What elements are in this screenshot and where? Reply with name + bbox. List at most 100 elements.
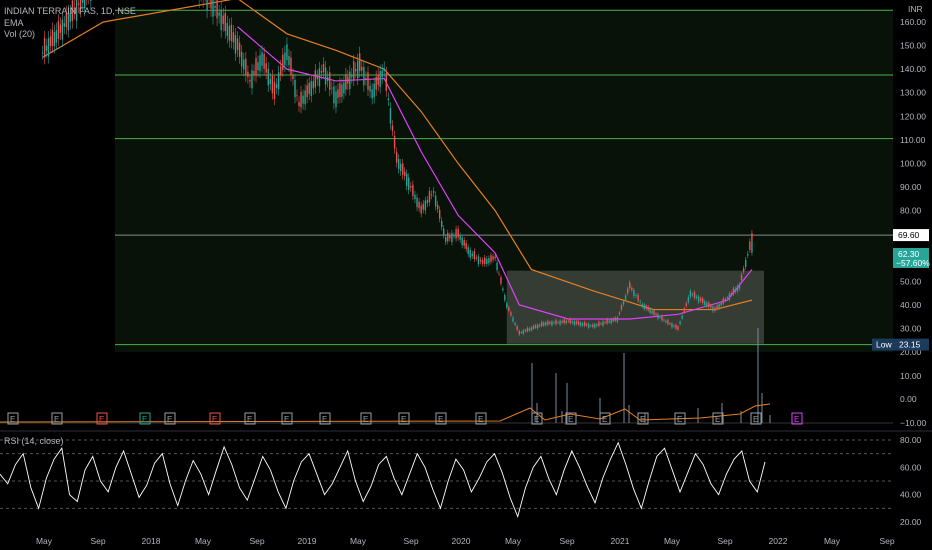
candle-body <box>261 52 263 66</box>
candle-body <box>581 323 584 326</box>
candle-body <box>479 259 482 262</box>
candle-body <box>353 61 355 80</box>
candle-body <box>559 320 561 325</box>
candle-body <box>679 321 681 325</box>
candle-body <box>530 327 533 331</box>
candle-body <box>222 15 224 24</box>
candle-body <box>697 296 700 302</box>
candle-body <box>583 322 586 326</box>
candle-body <box>249 80 251 82</box>
candle-body <box>335 91 337 108</box>
candle-body <box>243 59 245 70</box>
candle-body <box>314 70 317 88</box>
candle-body <box>551 321 553 326</box>
candle-body <box>675 324 677 329</box>
candle-body <box>210 0 212 9</box>
candle-body <box>575 321 578 324</box>
candle-body <box>324 67 327 85</box>
candle-body <box>484 257 486 265</box>
price-tick-label: 80.00 <box>900 206 922 216</box>
candle-body <box>641 304 643 307</box>
candle-body <box>469 250 471 258</box>
x-tick-label: 2022 <box>769 536 788 546</box>
candle-body <box>61 19 64 40</box>
price-chart[interactable]: 160.00 150.00 140.00 130.00 120.00 110.00 100.… <box>0 0 932 550</box>
candle-body <box>81 0 84 3</box>
earnings-marker-label: E <box>322 415 327 424</box>
candle-body <box>234 35 237 54</box>
candle-body <box>614 317 616 321</box>
candle-body <box>712 306 714 312</box>
candle-body <box>536 324 539 329</box>
candle-body <box>238 42 241 57</box>
earnings-marker-label: E <box>142 415 147 424</box>
price-tick-label: 100.00 <box>900 158 926 168</box>
candle-body <box>677 326 679 330</box>
candle-body <box>590 325 592 327</box>
candle-body <box>263 53 265 69</box>
candle-body <box>683 308 685 313</box>
candle-body <box>236 38 239 50</box>
candle-body <box>218 12 220 16</box>
candle-body <box>547 321 549 325</box>
candle-body <box>230 24 233 42</box>
earnings-marker-label: E <box>534 415 539 424</box>
candle-body <box>416 197 418 208</box>
candle-body <box>534 325 537 328</box>
candle-body <box>343 82 345 94</box>
candle-body <box>651 310 653 314</box>
candle-body <box>401 163 404 175</box>
candle-body <box>389 108 392 124</box>
candle-body <box>710 305 712 308</box>
candle-body <box>300 91 302 108</box>
candle-body <box>473 251 476 260</box>
candle-body <box>430 194 433 196</box>
price-tick-label: 140.00 <box>900 64 926 74</box>
candle-body <box>214 5 216 9</box>
candle-body <box>345 74 347 90</box>
candle-body <box>426 199 429 204</box>
candle-body <box>383 68 385 71</box>
candle-body <box>745 259 747 267</box>
candle-body <box>695 296 698 298</box>
candle-body <box>618 312 621 315</box>
candle-body <box>381 70 383 78</box>
candle-body <box>436 204 439 210</box>
candle-body <box>220 9 222 31</box>
candle-body <box>216 0 218 19</box>
candle-body <box>41 52 44 54</box>
earnings-marker-label: E <box>401 415 406 424</box>
last-change-value: −57.60% <box>896 258 930 268</box>
earnings-marker-label: E <box>438 415 443 424</box>
candle-body <box>280 66 282 75</box>
candle-body <box>444 237 447 242</box>
candle-body <box>347 76 349 84</box>
candle-body <box>708 302 710 308</box>
candle-body <box>631 287 633 290</box>
candle-body <box>428 191 431 203</box>
candle-body <box>306 85 308 98</box>
x-tick-label: May <box>350 536 367 546</box>
candle-body <box>251 70 253 89</box>
candle-body <box>351 74 353 78</box>
candle-body <box>45 45 48 51</box>
candle-body <box>545 322 547 326</box>
candle-body <box>661 315 663 321</box>
candle-body <box>377 74 379 85</box>
candle-body <box>728 293 731 300</box>
candle-body <box>275 84 278 88</box>
candle-body <box>447 232 449 242</box>
candle-body <box>602 321 604 326</box>
candle-body <box>624 295 627 300</box>
earnings-marker-label: E <box>284 415 289 424</box>
candle-body <box>247 71 249 78</box>
x-tick-label: 2020 <box>452 536 471 546</box>
candle-body <box>722 298 724 304</box>
price-tick-label: 120.00 <box>900 111 926 121</box>
price-tick-label: 110.00 <box>900 135 926 145</box>
candle-body <box>418 201 420 209</box>
volume-legend: Vol (20) <box>4 29 36 39</box>
candle-body <box>742 268 745 272</box>
candle-body <box>671 323 673 328</box>
x-tick-label: Sep <box>90 536 105 546</box>
